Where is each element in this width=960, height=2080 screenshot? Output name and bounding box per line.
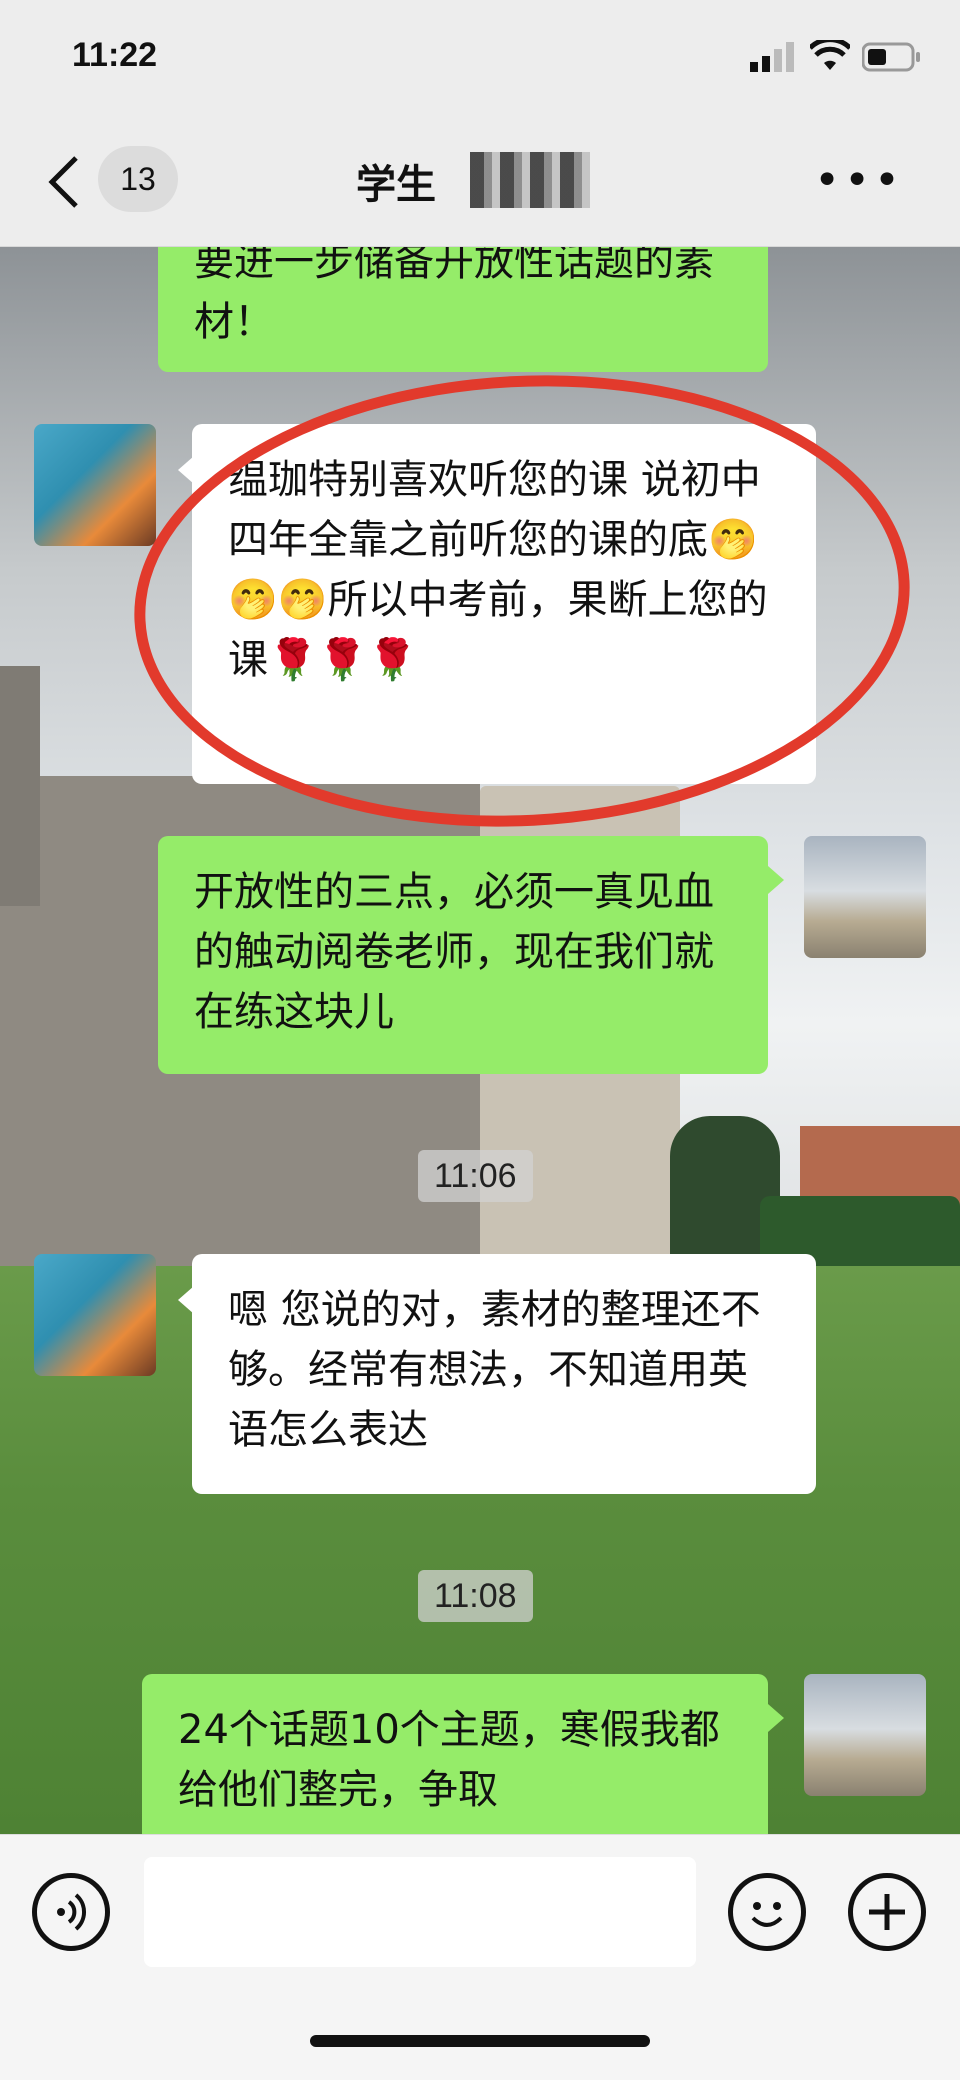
message-text: 开放性的三点，必须一真见血的触动阅卷老师，现在我们就在练这块儿 [194,869,714,1035]
status-bar: 11:22 [0,0,960,120]
redacted-name-mosaic [470,152,590,208]
battery-icon [862,42,920,72]
message-bubble-received[interactable]: 嗯 您说的对，素材的整理还不够。经常有想法，不知道用英语怎么表达 [192,1254,816,1494]
avatar-student[interactable] [34,424,156,546]
status-time: 11:22 [72,36,158,74]
bubble-tail [768,1704,784,1732]
emoji-icon[interactable] [728,1873,806,1951]
avatar-teacher[interactable] [804,1674,926,1796]
more-dots-icon[interactable]: ••• [814,159,904,203]
timestamp: 11:06 [418,1150,533,1202]
message-text: 24个话题10个主题，寒假我都给他们整完，争取 [178,1707,720,1813]
unread-count-badge[interactable]: 13 [98,146,178,212]
plus-icon[interactable] [848,1873,926,1951]
cellular-signal-icon [750,42,794,72]
background-house [800,1126,960,1206]
avatar-student[interactable] [34,1254,156,1376]
timestamp: 11:08 [418,1570,533,1622]
input-bar [0,1834,960,2080]
message-text: 要进一步储备开放性话题的素材！ [194,239,714,345]
message-input[interactable] [144,1857,696,1967]
message-text: 嗯 您说的对，素材的整理还不够。经常有想法，不知道用英语怎么表达 [228,1287,761,1453]
voice-icon[interactable] [32,1873,110,1951]
home-indicator [310,2035,650,2047]
avatar-teacher[interactable] [804,836,926,958]
bubble-tail [768,866,784,894]
wifi-icon [810,40,850,70]
message-bubble-sent[interactable]: 开放性的三点，必须一真见血的触动阅卷老师，现在我们就在练这块儿 [158,836,768,1074]
background-spire [0,666,40,906]
chat-title[interactable]: 学生 [356,152,436,210]
chevron-left-icon[interactable] [44,152,84,212]
